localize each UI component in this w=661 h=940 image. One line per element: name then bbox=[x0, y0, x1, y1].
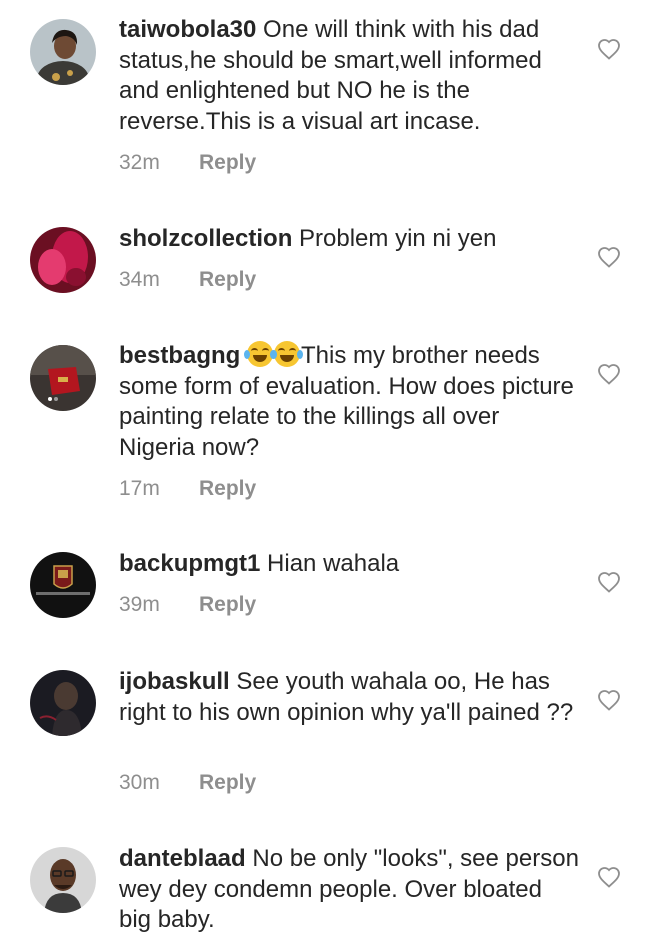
user-avatar[interactable] bbox=[30, 552, 96, 618]
comment-username[interactable]: backupmgt1 bbox=[119, 550, 260, 577]
heart-outline-icon[interactable] bbox=[597, 571, 621, 593]
reply-button[interactable]: Reply bbox=[199, 477, 256, 501]
reply-button[interactable]: Reply bbox=[199, 268, 256, 292]
comment-text: backupmgt1 Hian wahala bbox=[119, 549, 579, 580]
comment-time: 32m bbox=[119, 151, 160, 174]
comment-time: 30m bbox=[119, 771, 160, 794]
comment-username[interactable]: danteblaad bbox=[119, 845, 246, 872]
comment-text: bestbagng This my brother needs some for… bbox=[119, 341, 579, 463]
comment-time: 34m bbox=[119, 268, 160, 291]
heart-outline-icon[interactable] bbox=[597, 689, 621, 711]
comment-meta: 39m Reply bbox=[119, 593, 256, 617]
reply-button[interactable]: Reply bbox=[199, 593, 256, 617]
comment-username[interactable]: sholzcollection bbox=[119, 225, 292, 252]
face-with-tears-of-joy-icon bbox=[244, 341, 277, 367]
heart-outline-icon[interactable] bbox=[597, 246, 621, 268]
comment-time: 39m bbox=[119, 593, 160, 616]
face-with-tears-of-joy-icon bbox=[271, 341, 304, 367]
comment-meta: 34m Reply bbox=[119, 268, 256, 292]
reply-button[interactable]: Reply bbox=[199, 151, 256, 175]
comment-body: Problem yin ni yen bbox=[299, 225, 497, 252]
user-avatar[interactable] bbox=[30, 670, 96, 736]
comment-username[interactable]: taiwobola30 bbox=[119, 16, 256, 43]
comment-text: taiwobola30 One will think with his dad … bbox=[119, 15, 579, 137]
comment-meta: 30m Reply bbox=[119, 771, 256, 795]
user-avatar[interactable] bbox=[30, 847, 96, 913]
comment-time: 17m bbox=[119, 477, 160, 500]
comment-username[interactable]: bestbagng bbox=[119, 342, 240, 369]
comment-text: ijobaskull See youth wahala oo, He has r… bbox=[119, 667, 579, 728]
comment-username[interactable]: ijobaskull bbox=[119, 668, 230, 695]
user-avatar[interactable] bbox=[30, 19, 96, 85]
heart-outline-icon[interactable] bbox=[597, 363, 621, 385]
reply-button[interactable]: Reply bbox=[199, 771, 256, 795]
heart-outline-icon[interactable] bbox=[597, 38, 621, 60]
heart-outline-icon[interactable] bbox=[597, 866, 621, 888]
comment-text: sholzcollection Problem yin ni yen bbox=[119, 224, 579, 255]
comment-body: Hian wahala bbox=[267, 550, 400, 577]
comment-meta: 32m Reply bbox=[119, 151, 256, 175]
comment-text: danteblaad No be only "looks", see perso… bbox=[119, 844, 579, 936]
comment-meta: 17m Reply bbox=[119, 477, 256, 501]
user-avatar[interactable] bbox=[30, 227, 96, 293]
user-avatar[interactable] bbox=[30, 345, 96, 411]
